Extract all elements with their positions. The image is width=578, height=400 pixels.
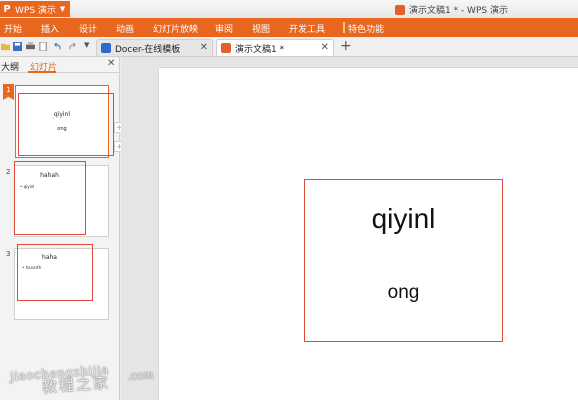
menu-insert[interactable]: 插入 [41,22,59,35]
docer-icon [101,43,111,53]
site-watermark: jiaochengzhijia .com 教程之家 [2,360,172,400]
tab-row: ▼ Docer-在线模板 ✕ 演示文稿1 * ✕ + [0,37,578,57]
close-icon[interactable]: ✕ [107,58,115,69]
menu-design[interactable]: 设计 [79,22,97,35]
print-icon[interactable] [26,42,35,51]
slide-title-text[interactable]: qiyinl [304,203,503,235]
menu-review[interactable]: 审阅 [215,22,233,35]
chevron-down-icon: ▼ [59,5,66,13]
watermark-suffix: .com [126,368,155,383]
menu-view[interactable]: 视图 [252,22,270,35]
presentation-icon [395,4,405,15]
app-menu-button[interactable]: P WPS 演示 ▼ [0,1,70,17]
redo-icon[interactable] [68,42,77,51]
save-icon[interactable] [13,42,22,51]
selection-highlight [18,93,114,156]
menu-slideshow[interactable]: 幻灯片放映 [153,22,198,35]
tab-label: Docer-在线模板 [115,44,181,55]
window-title-text: 演示文稿1 * - WPS 演示 [409,6,508,16]
close-icon[interactable]: ✕ [200,42,208,53]
active-tab-indicator [28,71,56,73]
title-bar: P WPS 演示 ▼ 演示文稿1 * - WPS 演示 [0,0,578,18]
app-name: WPS 演示 [15,5,56,16]
menu-features[interactable]: 特色功能 [348,22,384,35]
watermark-chinese: 教程之家 [41,373,111,397]
tab-outline[interactable]: 大纲 [1,60,19,73]
close-icon[interactable]: ✕ [321,42,329,53]
menu-bar: 开始 插入 设计 动画 幻灯片放映 审阅 视图 开发工具 特色功能 [0,18,578,37]
menu-divider [343,22,345,33]
tab-label: 演示文稿1 * [235,44,285,55]
menu-start[interactable]: 开始 [4,22,22,35]
tab-presentation-1[interactable]: 演示文稿1 * ✕ [216,39,334,56]
slide-subtitle-text[interactable]: ong [304,282,503,304]
tab-docer-templates[interactable]: Docer-在线模板 ✕ [96,39,213,56]
window-title: 演示文稿1 * - WPS 演示 [395,3,508,16]
wps-logo-icon: P [3,3,11,15]
menu-animation[interactable]: 动画 [116,22,134,35]
new-tab-button[interactable]: + [340,38,352,54]
selection-highlight [17,244,93,301]
open-folder-icon[interactable] [1,42,10,51]
presentation-icon [221,43,231,53]
selection-highlight [14,161,86,235]
print-preview-icon[interactable] [39,42,48,51]
menu-developer[interactable]: 开发工具 [289,22,325,35]
panel-tabs: 大纲 幻灯片 ✕ [0,57,120,73]
undo-icon[interactable] [53,42,62,51]
customize-toolbar-icon[interactable]: ▼ [84,41,89,49]
